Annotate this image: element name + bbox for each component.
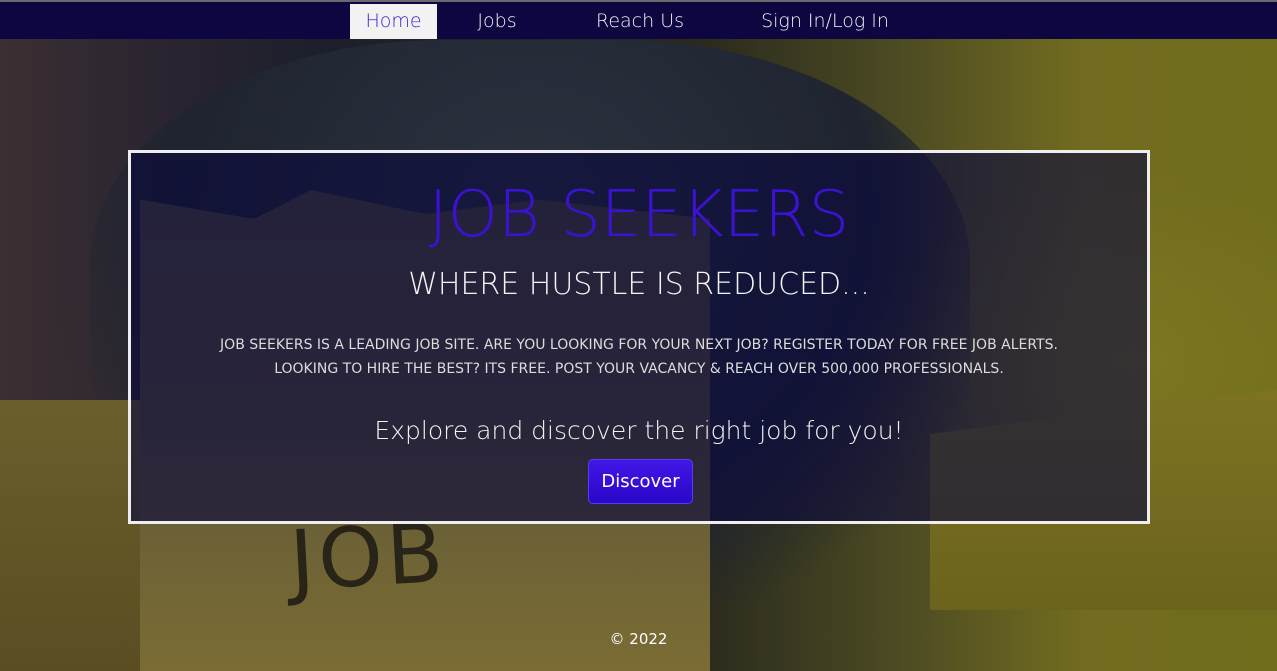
top-navbar: Home Jobs Reach Us Sign In/Log In xyxy=(0,0,1277,39)
footer-copyright: © 2022 xyxy=(609,630,668,648)
nav-item-sign-in[interactable]: Sign In/Log In xyxy=(750,4,900,39)
hero-description-line-2: LOOKING TO HIRE THE BEST? ITS FREE. POST… xyxy=(274,361,1004,377)
hero-tagline: Explore and discover the right job for y… xyxy=(374,416,904,445)
nav-item-reach-us[interactable]: Reach Us xyxy=(585,4,695,39)
hero-panel: JOB SEEKERS WHERE HUSTLE IS REDUCED... J… xyxy=(128,150,1150,524)
hero-title: JOB SEEKERS xyxy=(428,178,850,252)
hero-subtitle: WHERE HUSTLE IS REDUCED... xyxy=(408,267,870,302)
hero-description-line-1: JOB SEEKERS IS A LEADING JOB SITE. ARE Y… xyxy=(220,337,1058,353)
nav-item-jobs[interactable]: Jobs xyxy=(462,4,532,39)
nav-item-home[interactable]: Home xyxy=(350,4,437,39)
discover-button[interactable]: Discover xyxy=(588,459,693,504)
hero-description: JOB SEEKERS IS A LEADING JOB SITE. ARE Y… xyxy=(161,333,1117,381)
